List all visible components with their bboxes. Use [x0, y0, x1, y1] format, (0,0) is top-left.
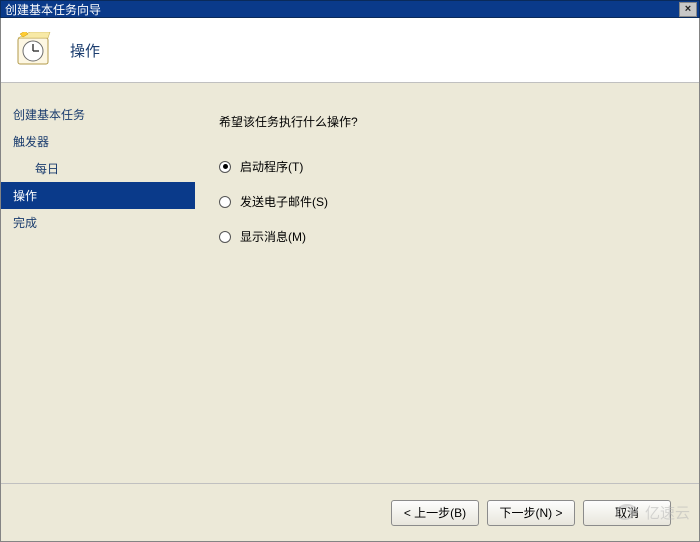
wizard-content: 创建基本任务 触发器 每日 操作 完成 希望该任务执行什么操作? 启动程序(T)… — [1, 83, 699, 483]
back-button[interactable]: < 上一步(B) — [391, 500, 479, 526]
radio-send-email[interactable]: 发送电子邮件(S) — [219, 193, 675, 210]
radio-label: 发送电子邮件(S) — [240, 193, 328, 210]
banner-title: 操作 — [70, 40, 100, 61]
close-icon: × — [685, 3, 691, 15]
sidebar-item-label: 每日 — [35, 162, 59, 176]
sidebar-item-finish[interactable]: 完成 — [1, 209, 195, 236]
sidebar-item-trigger[interactable]: 触发器 — [1, 128, 195, 155]
wizard-clock-icon — [16, 32, 52, 68]
radio-icon — [219, 161, 231, 173]
action-question: 希望该任务执行什么操作? — [219, 113, 675, 130]
radio-icon — [219, 196, 231, 208]
sidebar-item-create-task[interactable]: 创建基本任务 — [1, 101, 195, 128]
radio-show-message[interactable]: 显示消息(M) — [219, 228, 675, 245]
radio-label: 启动程序(T) — [240, 158, 303, 175]
wizard-button-bar: < 上一步(B) 下一步(N) > 取消 — [1, 483, 699, 541]
radio-label: 显示消息(M) — [240, 228, 306, 245]
window-body: 操作 创建基本任务 触发器 每日 操作 完成 希望该任务执行什么操作? 启动程序… — [0, 18, 700, 542]
sidebar-item-label: 操作 — [13, 189, 37, 203]
close-button[interactable]: × — [679, 2, 697, 17]
sidebar-item-daily[interactable]: 每日 — [1, 155, 195, 182]
sidebar-item-label: 触发器 — [13, 135, 49, 149]
wizard-banner: 操作 — [1, 18, 699, 83]
wizard-sidebar: 创建基本任务 触发器 每日 操作 完成 — [1, 83, 195, 483]
sidebar-item-label: 完成 — [13, 216, 37, 230]
next-button[interactable]: 下一步(N) > — [487, 500, 575, 526]
wizard-main: 希望该任务执行什么操作? 启动程序(T) 发送电子邮件(S) 显示消息(M) — [195, 83, 699, 483]
sidebar-item-action[interactable]: 操作 — [1, 182, 195, 209]
window-title: 创建基本任务向导 — [5, 0, 679, 18]
radio-start-program[interactable]: 启动程序(T) — [219, 158, 675, 175]
radio-icon — [219, 231, 231, 243]
cancel-button[interactable]: 取消 — [583, 500, 671, 526]
sidebar-item-label: 创建基本任务 — [13, 108, 85, 122]
titlebar: 创建基本任务向导 × — [0, 0, 700, 18]
